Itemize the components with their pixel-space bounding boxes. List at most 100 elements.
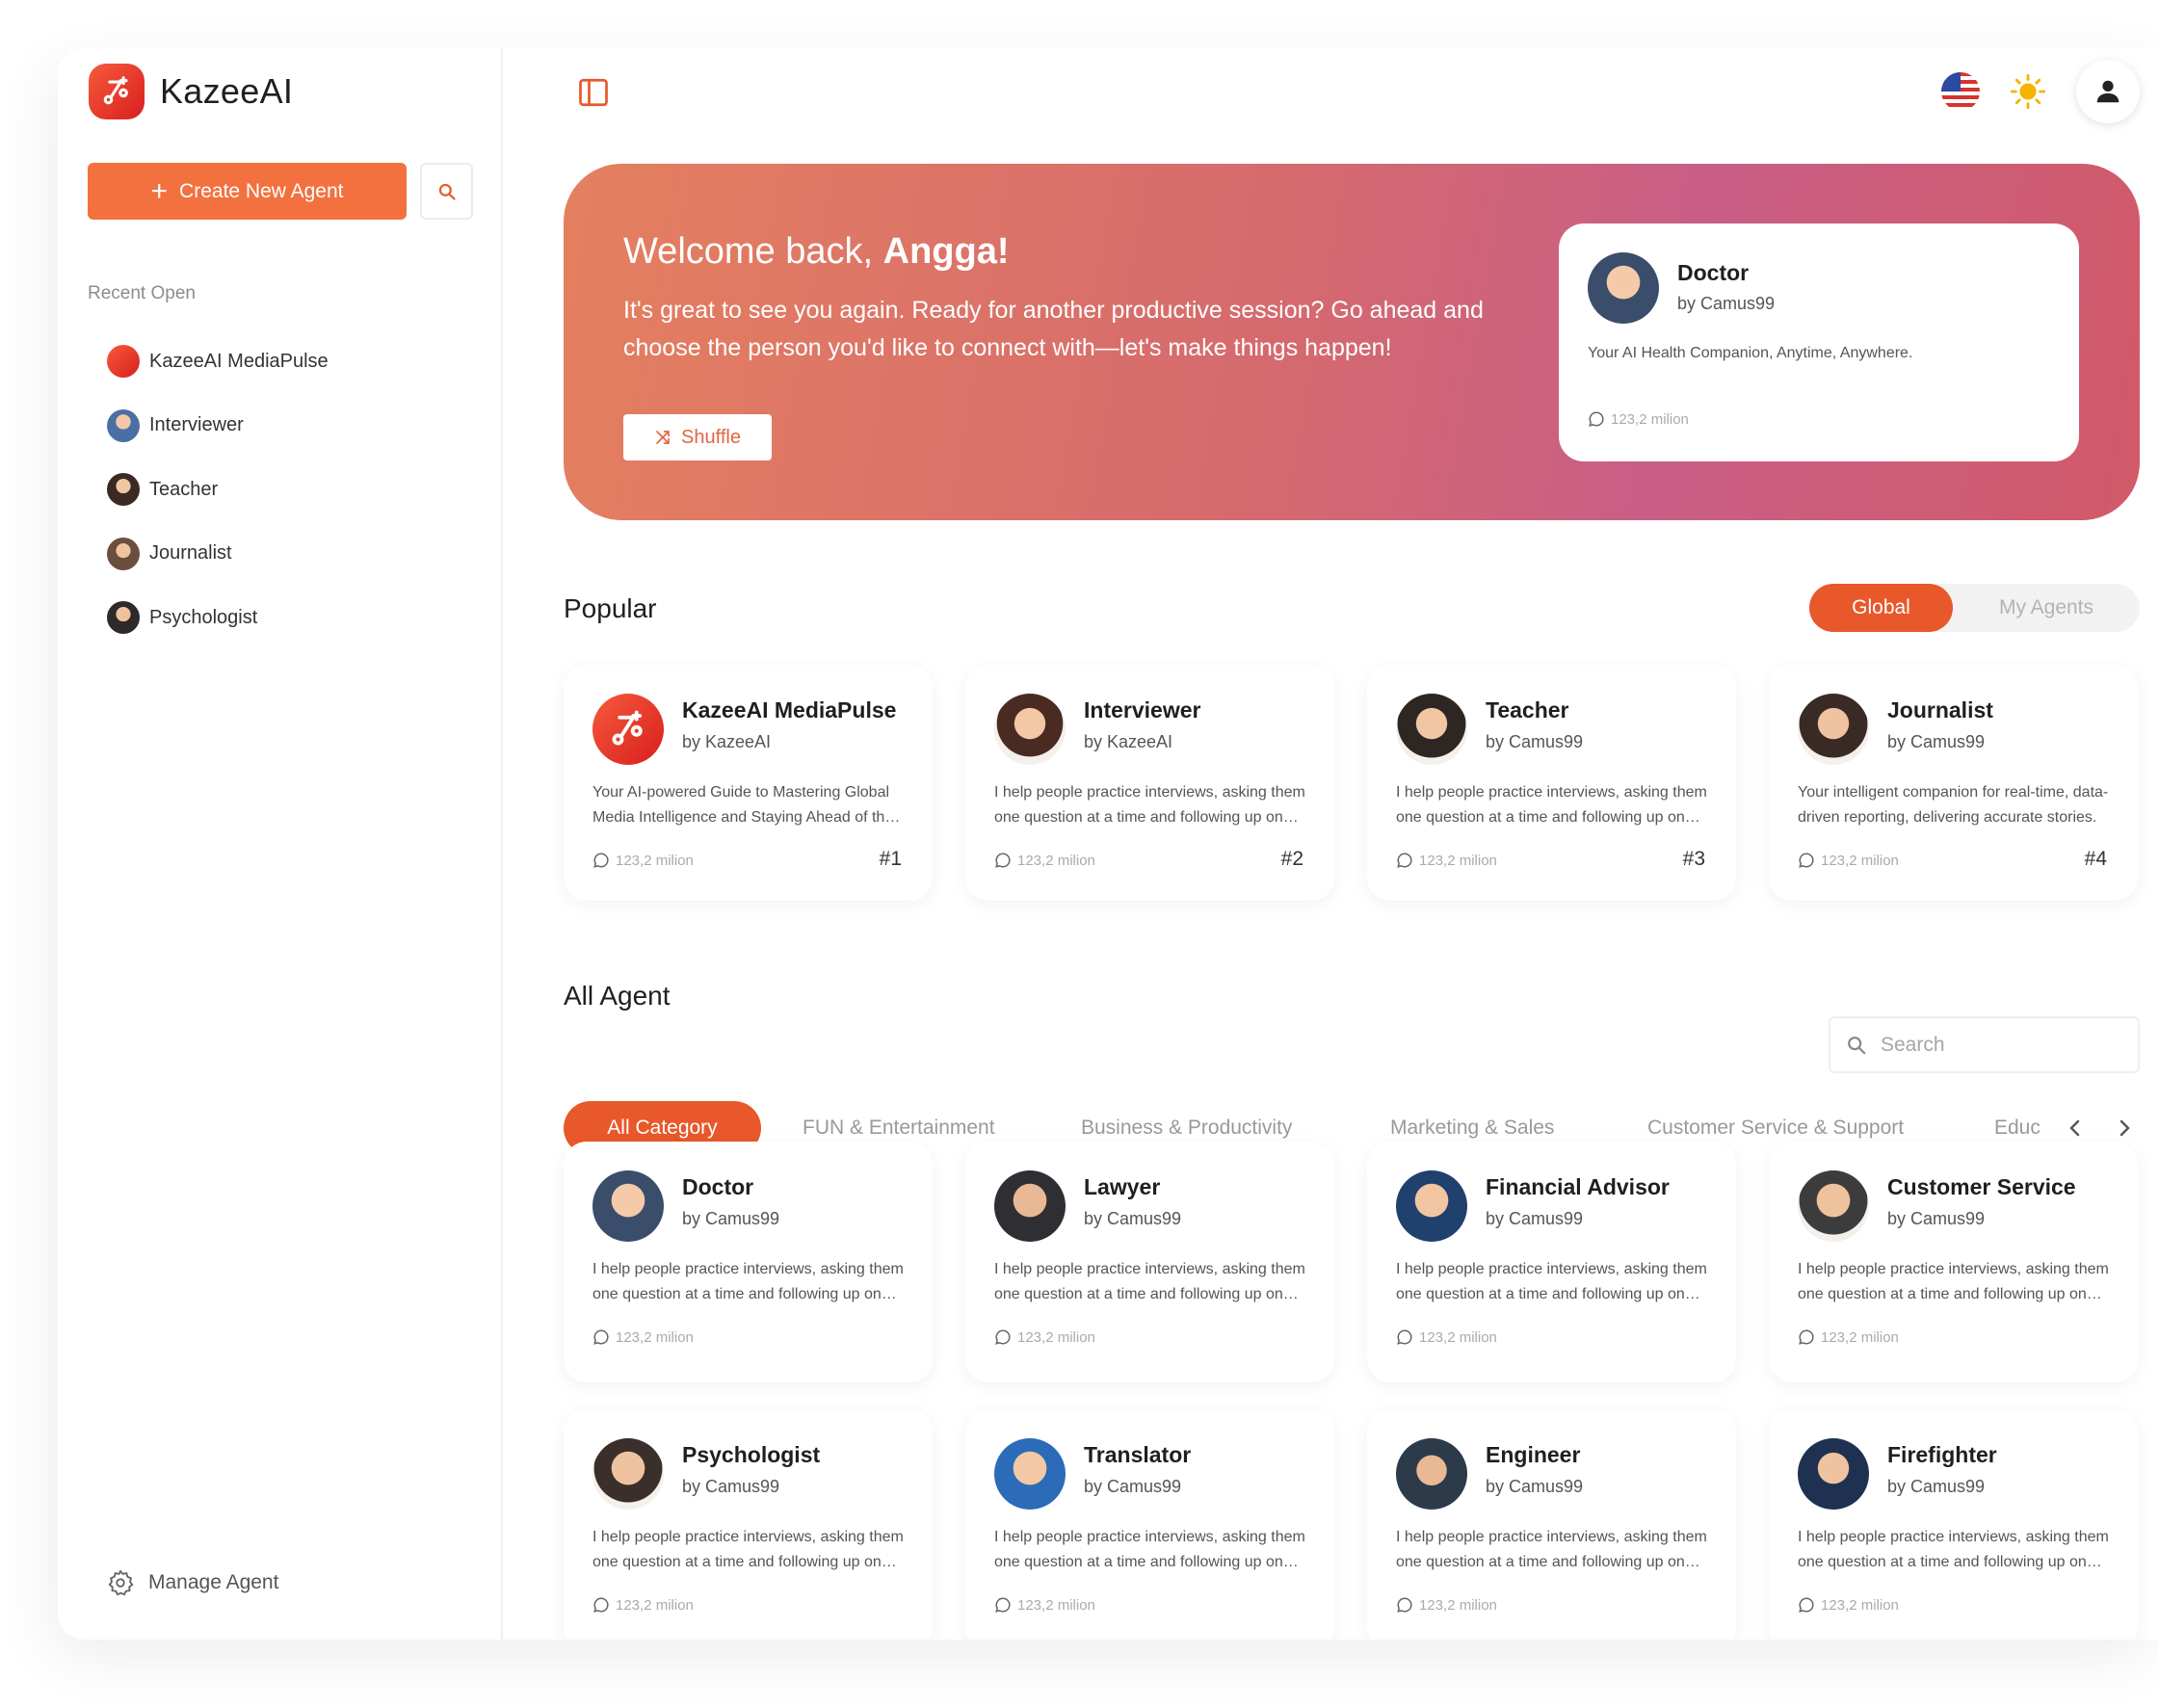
chat-count: 123,2 milion: [1798, 1596, 1899, 1614]
avatar: [994, 1438, 1066, 1510]
toggle-my-agents[interactable]: My Agents: [1953, 584, 2140, 632]
avatar: [1588, 252, 1659, 324]
toggle-global[interactable]: Global: [1809, 584, 1953, 632]
shuffle-button[interactable]: Shuffle: [623, 414, 772, 460]
sidebar-toggle-button[interactable]: [576, 75, 611, 110]
agent-card[interactable]: Firefighter by Camus99 I help people pra…: [1769, 1409, 2138, 1640]
agent-name: Doctor: [1677, 260, 1750, 285]
recent-item-kazeeai-mediapulse[interactable]: KazeeAI MediaPulse: [107, 329, 329, 394]
avatar: [107, 537, 140, 570]
popular-grid: KazeeAI MediaPulse by KazeeAI Your AI-po…: [564, 665, 2140, 901]
chat-bubble-icon: [593, 853, 609, 868]
tabs-scroll-left-button[interactable]: [2062, 1115, 2089, 1142]
recent-item-journalist[interactable]: Journalist: [107, 522, 329, 587]
recent-item-teacher[interactable]: Teacher: [107, 458, 329, 522]
chat-count-value: 123,2 milion: [1419, 852, 1497, 869]
recent-item-interviewer[interactable]: Interviewer: [107, 394, 329, 459]
agent-card[interactable]: Engineer by Camus99 I help people practi…: [1367, 1409, 1736, 1640]
avatar: [1798, 1170, 1869, 1242]
manage-agent-button[interactable]: Manage Agent: [106, 1568, 278, 1597]
chat-bubble-icon: [995, 853, 1011, 868]
agent-author: by Camus99: [1887, 1209, 1986, 1228]
recent-item-label: Psychologist: [149, 606, 258, 628]
shuffle-icon: [656, 431, 670, 444]
agent-name: Journalist: [1887, 697, 1993, 723]
avatar: [107, 601, 140, 635]
chat-count-value: 123,2 milion: [1419, 1596, 1497, 1614]
agent-card[interactable]: Customer Service by Camus99 I help peopl…: [1769, 1142, 2138, 1382]
welcome-user: Angga!: [882, 231, 1010, 272]
recent-item-psychologist[interactable]: Psychologist: [107, 586, 329, 650]
welcome-title: Welcome back, Angga!: [623, 231, 1010, 273]
chevron-left-icon: [2069, 1119, 2080, 1137]
agent-author: by KazeeAI: [682, 732, 772, 751]
agent-description: I help people practice interviews, askin…: [1396, 784, 1707, 826]
chat-count: 123,2 milion: [592, 1596, 694, 1614]
agent-card[interactable]: Lawyer by Camus99 I help people practice…: [965, 1142, 1334, 1382]
agent-author: by Camus99: [1486, 1477, 1584, 1496]
chat-bubble-icon: [593, 1597, 609, 1613]
chat-bubble-icon: [995, 1597, 1011, 1613]
agent-card[interactable]: Psychologist by Camus99 I help people pr…: [564, 1409, 933, 1640]
kazee-logo-icon: [89, 64, 145, 119]
agent-card[interactable]: Doctor by Camus99 I help people practice…: [564, 1142, 933, 1382]
rank-badge: #2: [1280, 848, 1303, 870]
chat-count-value: 123,2 milion: [616, 852, 694, 869]
chat-count-value: 123,2 milion: [1419, 1328, 1497, 1346]
agent-description: I help people practice interviews, askin…: [994, 1261, 1305, 1302]
agent-search-input[interactable]: [1881, 1033, 2102, 1057]
sidebar-search-button[interactable]: [420, 163, 473, 220]
user-menu-button[interactable]: [2076, 60, 2140, 123]
agent-description: Your intelligent companion for real-time…: [1798, 784, 2109, 826]
agent-author: by Camus99: [1084, 1209, 1182, 1228]
chat-count: 123,2 milion: [1396, 1596, 1497, 1614]
chat-count: 123,2 milion: [1396, 1328, 1497, 1346]
avatar: [1396, 1438, 1467, 1510]
chat-count-value: 123,2 milion: [1017, 852, 1095, 869]
chat-bubble-icon: [1397, 1597, 1412, 1613]
chat-bubble-icon: [1589, 411, 1604, 427]
welcome-banner: Welcome back, Angga! It's great to see y…: [564, 164, 2140, 520]
agent-search-field[interactable]: [1829, 1016, 2140, 1073]
panel-left-icon: [579, 78, 608, 107]
recent-item-label: Teacher: [149, 478, 219, 500]
popular-card[interactable]: KazeeAI MediaPulse by KazeeAI Your AI-po…: [564, 665, 933, 901]
recent-item-label: KazeeAI MediaPulse: [149, 350, 329, 372]
avatar: [592, 694, 664, 765]
agent-name: Translator: [1084, 1442, 1192, 1467]
agent-card[interactable]: Financial Advisor by Camus99 I help peop…: [1367, 1142, 1736, 1382]
chat-count-value: 123,2 milion: [1821, 1596, 1899, 1614]
us-flag-icon[interactable]: [1941, 72, 1980, 111]
popular-card[interactable]: Interviewer by KazeeAI I help people pra…: [965, 665, 1334, 901]
agent-name: Teacher: [1486, 697, 1569, 723]
chat-bubble-icon: [593, 1329, 609, 1345]
create-new-agent-label: Create New Agent: [179, 179, 344, 202]
chat-bubble-icon: [1799, 1329, 1814, 1345]
chat-count-value: 123,2 milion: [1017, 1328, 1095, 1346]
agent-description: I help people practice interviews, askin…: [1798, 1529, 2109, 1570]
avatar: [592, 1438, 664, 1510]
agent-description: Your AI Health Companion, Anytime, Anywh…: [1588, 345, 1913, 361]
welcome-greeting: Welcome back,: [623, 231, 883, 272]
avatar: [994, 1170, 1066, 1242]
agent-card[interactable]: Translator by Camus99 I help people prac…: [965, 1409, 1334, 1640]
agent-description: Your AI-powered Guide to Mastering Globa…: [592, 784, 894, 826]
featured-agent-card[interactable]: Doctor by Camus99 Your AI Health Compani…: [1559, 223, 2079, 461]
chat-count-value: 123,2 milion: [1821, 852, 1899, 869]
avatar: [107, 473, 140, 507]
agent-name: Lawyer: [1084, 1174, 1161, 1199]
chat-count-value: 123,2 milion: [1611, 410, 1689, 428]
sun-icon[interactable]: [2009, 72, 2047, 111]
popular-card[interactable]: Teacher by Camus99 I help people practic…: [1367, 665, 1736, 901]
create-new-agent-button[interactable]: + Create New Agent: [88, 163, 407, 220]
sidebar: KazeeAI + Create New Agent Recent Open K…: [58, 48, 503, 1640]
popular-card[interactable]: Journalist by Camus99 Your intelligent c…: [1769, 665, 2138, 901]
tabs-scroll-right-button[interactable]: [2111, 1115, 2138, 1142]
chat-count: 123,2 milion: [1396, 852, 1497, 869]
avatar: [1798, 1438, 1869, 1510]
chat-bubble-icon: [995, 1329, 1011, 1345]
agent-name: Financial Advisor: [1486, 1174, 1670, 1199]
avatar: [1798, 694, 1869, 765]
agent-name: Firefighter: [1887, 1442, 1997, 1467]
brand[interactable]: KazeeAI: [89, 64, 293, 119]
